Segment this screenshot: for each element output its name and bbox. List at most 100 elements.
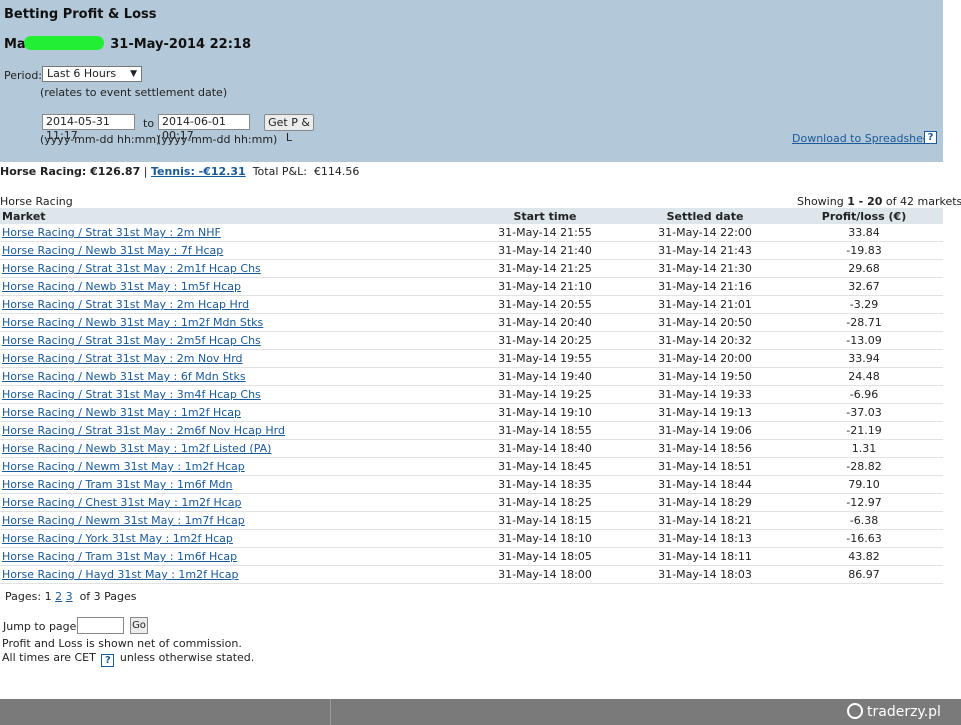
start-time-cell: 31-May-14 18:35 <box>465 475 625 494</box>
pages-total: of 3 Pages <box>79 590 137 603</box>
commission-note: Profit and Loss is shown net of commissi… <box>2 637 242 650</box>
col-header-profit-loss[interactable]: Profit/loss (€) <box>785 208 943 224</box>
settled-date-cell: 31-May-14 18:29 <box>625 493 785 512</box>
download-spreadsheet-link[interactable]: Download to Spreadsheet <box>792 132 934 145</box>
horse-racing-total: Horse Racing: €126.87 <box>0 165 141 178</box>
col-header-start-time[interactable]: Start time <box>465 208 625 224</box>
settled-date-cell: 31-May-14 20:00 <box>625 349 785 368</box>
redaction-mark <box>23 36 104 50</box>
profit-loss-cell: -19.83 <box>785 241 943 260</box>
start-time-cell: 31-May-14 21:10 <box>465 277 625 296</box>
table-row: Horse Racing / Newm 31st May : 1m7f Hcap… <box>0 511 943 530</box>
jump-label: Jump to page: <box>3 620 81 633</box>
tennis-total-link[interactable]: Tennis: -€12.31 <box>151 165 246 178</box>
market-link[interactable]: Horse Racing / Newb 31st May : 6f Mdn St… <box>2 370 246 383</box>
profit-loss-cell: 79.10 <box>785 475 943 494</box>
market-cell: Horse Racing / Newm 31st May : 1m2f Hcap <box>0 457 465 476</box>
profit-loss-cell: -28.82 <box>785 457 943 476</box>
table-row: Horse Racing / Newb 31st May : 1m2f Mdn … <box>0 313 943 332</box>
market-link[interactable]: Horse Racing / Strat 31st May : 2m5f Hca… <box>2 334 261 347</box>
start-time-cell: 31-May-14 18:55 <box>465 421 625 440</box>
col-header-market[interactable]: Market <box>0 208 465 224</box>
profit-loss-cell: 33.94 <box>785 349 943 368</box>
market-cell: Horse Racing / Strat 31st May : 2m Hcap … <box>0 295 465 314</box>
market-cell: Horse Racing / Strat 31st May : 2m6f Nov… <box>0 421 465 440</box>
table-row: Horse Racing / Chest 31st May : 1m2f Hca… <box>0 493 943 512</box>
timezone-note: All times are CET ? unless otherwise sta… <box>2 651 255 667</box>
profit-loss-cell: 24.48 <box>785 367 943 386</box>
profit-loss-cell: 29.68 <box>785 259 943 278</box>
market-cell: Horse Racing / Newb 31st May : 6f Mdn St… <box>0 367 465 386</box>
start-time-cell: 31-May-14 21:25 <box>465 259 625 278</box>
market-link[interactable]: Horse Racing / Hayd 31st May : 1m2f Hcap <box>2 568 239 581</box>
to-date-input[interactable]: 2014-06-01 00:17 <box>158 114 250 142</box>
market-link[interactable]: Horse Racing / Newb 31st May : 1m2f Mdn … <box>2 316 263 329</box>
profit-loss-cell: -28.71 <box>785 313 943 332</box>
settled-date-cell: 31-May-14 18:56 <box>625 439 785 458</box>
timezone-help-icon[interactable]: ? <box>101 654 115 667</box>
settled-date-cell: 31-May-14 19:33 <box>625 385 785 404</box>
start-time-cell: 31-May-14 21:40 <box>465 241 625 260</box>
market-link[interactable]: Horse Racing / Strat 31st May : 2m1f Hca… <box>2 262 261 275</box>
page-title: Betting Profit & Loss <box>4 7 157 22</box>
market-link[interactable]: Horse Racing / Newb 31st May : 1m5f Hcap <box>2 280 241 293</box>
go-button[interactable]: Go <box>130 617 148 634</box>
table-row: Horse Racing / York 31st May : 1m2f Hcap… <box>0 529 943 548</box>
watermark-logo-icon <box>847 703 863 719</box>
market-link[interactable]: Horse Racing / Newb 31st May : 7f Hcap <box>2 244 223 257</box>
profit-loss-cell: -37.03 <box>785 403 943 422</box>
account-line: Ma 31-May-2014 22:18 <box>4 36 251 52</box>
market-link[interactable]: Horse Racing / York 31st May : 1m2f Hcap <box>2 532 233 545</box>
current-page: 1 <box>44 590 52 603</box>
start-time-cell: 31-May-14 20:40 <box>465 313 625 332</box>
market-link[interactable]: Horse Racing / Newb 31st May : 1m2f List… <box>2 442 271 455</box>
market-link[interactable]: Horse Racing / Strat 31st May : 2m Hcap … <box>2 298 249 311</box>
market-link[interactable]: Horse Racing / Newb 31st May : 1m2f Hcap <box>2 406 241 419</box>
page-2-link[interactable]: 2 <box>55 590 62 603</box>
start-time-cell: 31-May-14 19:10 <box>465 403 625 422</box>
market-link[interactable]: Horse Racing / Strat 31st May : 2m6f Nov… <box>2 424 285 437</box>
period-select[interactable]: Last 6 Hours ▼ <box>42 66 142 82</box>
start-time-cell: 31-May-14 18:40 <box>465 439 625 458</box>
jump-page-input[interactable] <box>77 617 124 634</box>
market-link[interactable]: Horse Racing / Tram 31st May : 1m6f Hcap <box>2 550 237 563</box>
market-link[interactable]: Horse Racing / Tram 31st May : 1m6f Mdn <box>2 478 233 491</box>
market-cell: Horse Racing / Newb 31st May : 1m2f Hcap <box>0 403 465 422</box>
market-link[interactable]: Horse Racing / Newm 31st May : 1m2f Hcap <box>2 460 245 473</box>
settled-date-cell: 31-May-14 21:30 <box>625 259 785 278</box>
col-header-settled-date[interactable]: Settled date <box>625 208 785 224</box>
start-time-cell: 31-May-14 19:40 <box>465 367 625 386</box>
profit-loss-cell: 32.67 <box>785 277 943 296</box>
help-icon[interactable]: ? <box>924 131 937 144</box>
settled-date-cell: 31-May-14 18:03 <box>625 565 785 584</box>
table-row: Horse Racing / Strat 31st May : 2m NHF 31… <box>0 224 943 242</box>
market-link[interactable]: Horse Racing / Newm 31st May : 1m7f Hcap <box>2 514 245 527</box>
market-link[interactable]: Horse Racing / Strat 31st May : 2m NHF <box>2 226 221 239</box>
market-cell: Horse Racing / York 31st May : 1m2f Hcap <box>0 529 465 548</box>
table-row: Horse Racing / Tram 31st May : 1m6f Hcap… <box>0 547 943 566</box>
market-link[interactable]: Horse Racing / Strat 31st May : 3m4f Hca… <box>2 388 261 401</box>
profit-loss-cell: -3.29 <box>785 295 943 314</box>
period-label: Period: <box>4 69 43 82</box>
market-link[interactable]: Horse Racing / Chest 31st May : 1m2f Hca… <box>2 496 241 509</box>
table-row: Horse Racing / Newb 31st May : 1m2f Hcap… <box>0 403 943 422</box>
market-link[interactable]: Horse Racing / Strat 31st May : 2m Nov H… <box>2 352 243 365</box>
settled-date-cell: 31-May-14 20:50 <box>625 313 785 332</box>
get-pl-button[interactable]: Get P & L <box>264 114 314 144</box>
period-value: Last 6 Hours <box>47 67 117 80</box>
market-cell: Horse Racing / Newb 31st May : 7f Hcap <box>0 241 465 260</box>
to-label: to <box>143 117 155 130</box>
table-row: Horse Racing / Newb 31st May : 6f Mdn St… <box>0 367 943 386</box>
showing-range: 1 - 20 <box>847 195 883 208</box>
page-3-link[interactable]: 3 <box>66 590 73 603</box>
table-header-row: Market Start time Settled date Profit/lo… <box>0 208 943 224</box>
start-time-cell: 31-May-14 19:25 <box>465 385 625 404</box>
from-date-input[interactable]: 2014-05-31 11:17 <box>42 114 135 142</box>
start-time-cell: 31-May-14 18:45 <box>465 457 625 476</box>
filter-panel: Betting Profit & Loss Ma 31-May-2014 22:… <box>0 0 943 162</box>
total-pl-label: Total P&L: <box>252 165 307 178</box>
table-row: Horse Racing / Newb 31st May : 1m5f Hcap… <box>0 277 943 296</box>
market-cell: Horse Racing / Tram 31st May : 1m6f Mdn <box>0 475 465 494</box>
profit-loss-cell: 86.97 <box>785 565 943 584</box>
market-cell: Horse Racing / Chest 31st May : 1m2f Hca… <box>0 493 465 512</box>
